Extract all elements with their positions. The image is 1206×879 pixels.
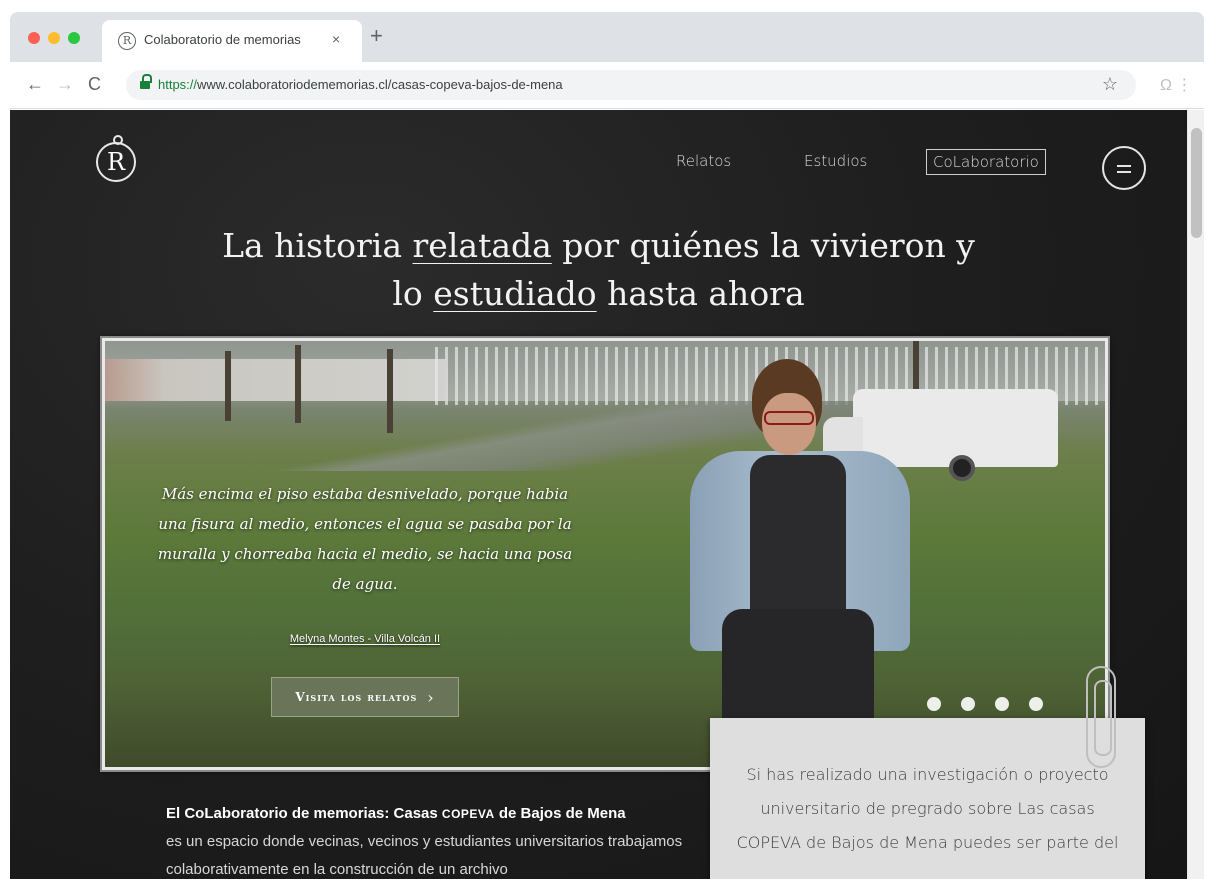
headline-text: por quiénes la vivieron y: [551, 226, 975, 265]
photo-tree: [225, 351, 231, 421]
window-controls: [28, 32, 80, 44]
slider-dot[interactable]: [961, 697, 975, 711]
menu-line: [1117, 165, 1131, 167]
browser-toolbar: ← → C https://www.colaboratoriodememoria…: [10, 62, 1204, 109]
minimize-window-button[interactable]: [48, 32, 60, 44]
close-window-button[interactable]: [28, 32, 40, 44]
url-scheme: https://: [158, 77, 198, 92]
lock-icon: [140, 74, 152, 90]
headline-link-estudiado[interactable]: estudiado: [433, 274, 596, 313]
slider-dot[interactable]: [1029, 697, 1043, 711]
intro-title: El CoLaboratorio de memorias: Casas COPE…: [166, 805, 626, 822]
intro-title-part: El CoLaboratorio de memorias: Casas: [166, 805, 442, 822]
url-text[interactable]: https://www.colaboratoriodememorias.cl/c…: [158, 77, 563, 92]
nav-link-colaboratorio[interactable]: CoLaboratorio: [926, 149, 1046, 175]
headline-text: hasta ahora: [596, 274, 805, 313]
paperclip-icon: [1086, 666, 1116, 768]
menu-line: [1117, 171, 1131, 173]
intro-title-part: de Bajos de Mena: [494, 805, 626, 822]
nav-link-relatos[interactable]: Relatos: [676, 152, 731, 170]
tab-close-icon[interactable]: ×: [332, 31, 340, 47]
intro-body: es un espacio donde vecinas, vecinos y e…: [166, 833, 683, 878]
browser-window: R Colaboratorio de memorias × + ← → C ht…: [10, 12, 1204, 109]
tab-title: Colaboratorio de memorias: [144, 32, 301, 47]
call-to-participate-card: Si has realizado una investigación o pro…: [710, 718, 1145, 879]
reload-icon[interactable]: C: [88, 74, 101, 95]
new-tab-button[interactable]: +: [370, 25, 383, 47]
van-wheel: [949, 455, 975, 481]
nav-link-estudios[interactable]: Estudios: [804, 152, 867, 170]
chevron-right-icon: ›: [427, 687, 435, 707]
hero-quote: Más encima el piso estaba desnivelado, p…: [157, 485, 573, 593]
back-arrow-icon[interactable]: ←: [26, 74, 44, 95]
person-glasses: [764, 411, 814, 425]
photo-wall: [105, 359, 445, 401]
tab-active[interactable]: R Colaboratorio de memorias ×: [102, 20, 362, 62]
card-text: Si has realizado una investigación o pro…: [736, 765, 1119, 852]
address-bar[interactable]: https://www.colaboratoriodememorias.cl/c…: [126, 70, 1136, 100]
page-scrollbar[interactable]: [1187, 110, 1204, 879]
photo-tree: [295, 345, 301, 423]
headline-text: La historia: [222, 226, 413, 265]
headline-link-relatada[interactable]: relatada: [413, 226, 552, 265]
tab-bar: R Colaboratorio de memorias × +: [10, 12, 1204, 62]
page-headline: La historia relatada por quiénes la vivi…: [10, 222, 1187, 318]
logo-mark: R: [106, 148, 126, 176]
maximize-window-button[interactable]: [68, 32, 80, 44]
quote-author: Melyna Montes - Villa Volcán II: [155, 633, 575, 645]
hero-slider[interactable]: Más encima el piso estaba desnivelado, p…: [102, 338, 1108, 770]
photo-tree: [387, 349, 393, 433]
visit-stories-label: Visita los relatos: [295, 690, 418, 704]
profile-menu-icon[interactable]: Ω ⋮: [1160, 75, 1192, 95]
headline-text: lo: [392, 274, 434, 313]
intro-title-copeva: COPEVA: [441, 807, 495, 821]
visit-stories-button[interactable]: Visita los relatos ›: [271, 677, 459, 717]
slider-dot[interactable]: [927, 697, 941, 711]
url-path: www.colaboratoriodememorias.cl/casas-cop…: [197, 77, 563, 92]
scrollbar-thumb[interactable]: [1191, 128, 1202, 238]
site-logo[interactable]: R: [96, 135, 136, 182]
photo-person: [690, 359, 910, 767]
forward-arrow-icon[interactable]: →: [56, 74, 74, 95]
quote-author-link[interactable]: Melyna Montes - Villa Volcán II: [290, 633, 440, 645]
slider-pagination: [927, 697, 1043, 711]
web-page: R Relatos Estudios CoLaboratorio La hist…: [10, 110, 1187, 879]
site-favicon-icon: R: [118, 32, 136, 50]
intro-text: El CoLaboratorio de memorias: Casas COPE…: [166, 800, 686, 879]
slider-dot[interactable]: [995, 697, 1009, 711]
hamburger-menu-button[interactable]: [1102, 146, 1146, 190]
bookmark-star-icon[interactable]: ☆: [1102, 74, 1118, 95]
